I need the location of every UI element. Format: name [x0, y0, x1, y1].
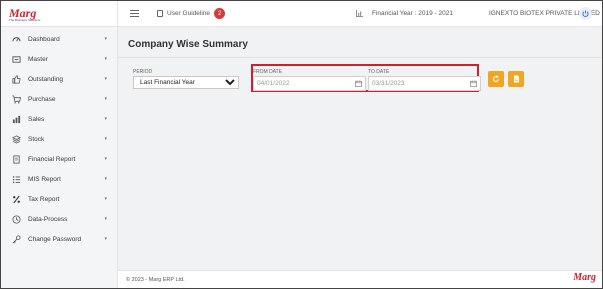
financial-year-label: Financial Year : 2019 - 2021 [372, 10, 453, 17]
sidebar-item-label: MIS Report [28, 175, 61, 183]
dashboard-icon [11, 34, 21, 44]
sidebar-item-label: Purchase [28, 95, 56, 103]
chevron-down-icon: ▾ [104, 156, 107, 162]
sidebar-item-financial-report[interactable]: Financial Report ▾ [1, 149, 117, 169]
main-content: Company Wise Summary PERIOD Last Financi… [118, 27, 602, 270]
chevron-down-icon: ▾ [104, 216, 107, 222]
financial-year[interactable]: Financial Year : 2019 - 2021 [356, 10, 453, 17]
sidebar-item-label: Data-Process [28, 215, 68, 223]
sidebar-item-tax-report[interactable]: Tax Report ▾ [1, 189, 117, 209]
sidebar-item-label: Financial Report [28, 155, 76, 163]
chevron-down-icon: ▾ [104, 56, 107, 62]
sidebar-item-sales[interactable]: Sales ▾ [1, 109, 117, 129]
chevron-down-icon: ▾ [104, 176, 107, 182]
sidebar-item-label: Outstanding [28, 75, 64, 83]
sidebar-item-label: Tax Report [28, 195, 60, 203]
sidebar-item-stock[interactable]: Stock ▾ [1, 129, 117, 149]
to-date-input[interactable]: 03/31/2023 [368, 76, 481, 91]
period-field: PERIOD Last Financial Year [133, 69, 239, 89]
from-date-field: FROM DATE 04/01/2022 [253, 69, 366, 91]
sidebar-nav: Dashboard ▾ Master ▾ Outstanding ▾ Purch… [1, 27, 117, 249]
chevron-down-icon: ▾ [104, 116, 107, 122]
sidebar-item-label: Change Password [28, 235, 82, 243]
thumbs-up-icon [11, 74, 21, 84]
menu-icon[interactable] [130, 10, 139, 19]
from-date-input[interactable]: 04/01/2022 [253, 76, 366, 91]
sales-icon [11, 114, 21, 124]
export-button[interactable] [508, 71, 524, 87]
sidebar-item-purchase[interactable]: Purchase ▾ [1, 89, 117, 109]
clock-icon [11, 214, 21, 224]
to-date-field: TO DATE 03/31/2023 [368, 69, 481, 91]
chevron-down-icon: ▾ [104, 236, 107, 242]
chevron-down-icon: ▾ [104, 96, 107, 102]
footer-logo: Marg [573, 272, 596, 283]
to-date-value: 03/31/2023 [372, 80, 405, 87]
document-icon [11, 154, 21, 164]
calendar-icon[interactable] [355, 80, 362, 87]
sidebar-item-label: Master [28, 55, 48, 63]
from-date-value: 04/01/2022 [257, 80, 290, 87]
chevron-down-icon: ▾ [104, 36, 107, 42]
sidebar-item-outstanding[interactable]: Outstanding ▾ [1, 69, 117, 89]
sidebar-item-change-password[interactable]: Change Password ▾ [1, 229, 117, 249]
sidebar-item-master[interactable]: Master ▾ [1, 49, 117, 69]
bar-chart-icon [356, 10, 363, 17]
power-button[interactable] [579, 7, 592, 20]
refresh-button[interactable] [488, 71, 504, 87]
file-icon [513, 75, 519, 83]
to-date-label: TO DATE [368, 69, 390, 75]
chevron-down-icon: ▾ [104, 76, 107, 82]
divider [118, 57, 602, 58]
sidebar-item-label: Stock [28, 135, 45, 143]
list-icon [11, 174, 21, 184]
sidebar-item-mis-report[interactable]: MIS Report ▾ [1, 169, 117, 189]
checkbox-icon [157, 10, 163, 17]
footer: © 2023 - Marg ERP Ltd. Marg [118, 270, 602, 288]
user-guideline-label: User Guideline [167, 10, 210, 17]
period-select[interactable]: Last Financial Year [133, 76, 239, 89]
sidebar-item-label: Sales [28, 115, 45, 123]
sidebar-item-label: Dashboard [28, 35, 60, 43]
top-header: User Guideline 2 Financial Year : 2019 -… [118, 1, 602, 27]
percent-icon [11, 194, 21, 204]
power-icon [582, 10, 589, 17]
sidebar-item-data-process[interactable]: Data-Process ▾ [1, 209, 117, 229]
cart-icon [11, 94, 21, 104]
calendar-icon[interactable] [470, 80, 477, 87]
stack-icon [11, 134, 21, 144]
master-icon [11, 54, 21, 64]
from-date-label: FROM DATE [253, 69, 283, 75]
brand-logo[interactable]: Marg The Business Solutions [1, 1, 117, 27]
logo-tagline: The Business Solutions [9, 18, 41, 22]
period-label: PERIOD [133, 69, 153, 75]
notification-badge: 2 [214, 8, 225, 19]
chevron-down-icon: ▾ [104, 136, 107, 142]
sidebar: Marg The Business Solutions Dashboard ▾ … [1, 1, 118, 288]
sidebar-item-dashboard[interactable]: Dashboard ▾ [1, 29, 117, 49]
refresh-icon [493, 75, 499, 82]
user-guideline-link[interactable]: User Guideline 2 [157, 8, 225, 19]
chevron-down-icon: ▾ [104, 196, 107, 202]
copyright: © 2023 - Marg ERP Ltd. [126, 277, 185, 283]
page-title: Company Wise Summary [128, 39, 248, 50]
key-icon [11, 234, 21, 244]
